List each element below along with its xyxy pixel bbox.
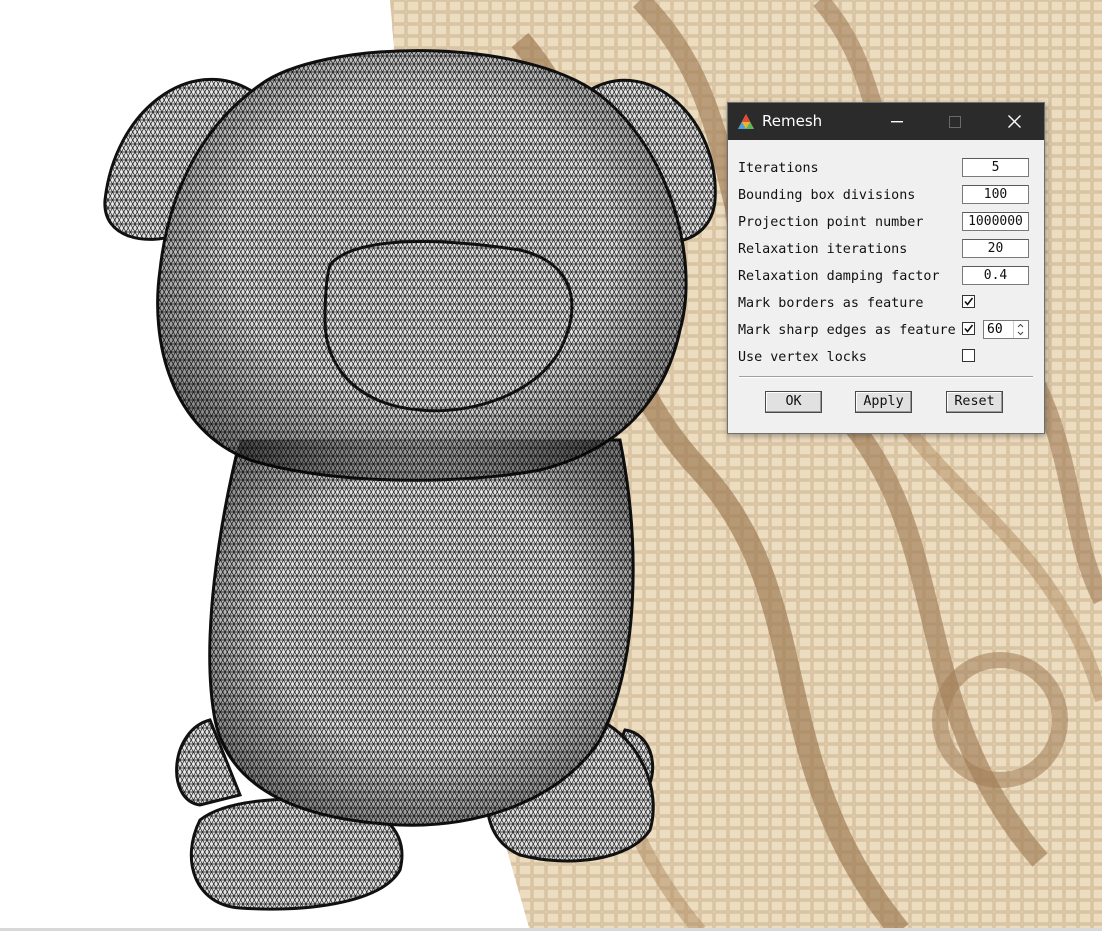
remesh-dialog: Remesh Iterations 5 Bounding box divisio… [727,102,1045,434]
projection-points-row: Projection point number 1000000 [738,212,1038,234]
spin-arrows-icon[interactable] [1013,321,1028,338]
checkmark-icon [964,297,974,306]
mark-borders-row: Mark borders as feature [738,293,1038,315]
mark-sharp-edges-row: Mark sharp edges as feature 60 [738,320,1038,342]
checkmark-icon [964,324,974,333]
sharp-angle-value: 60 [987,322,1003,337]
relaxation-iterations-input[interactable]: 20 [962,239,1029,258]
dialog-titlebar[interactable]: Remesh [728,103,1044,140]
bbox-divisions-row: Bounding box divisions 100 [738,185,1038,207]
projection-points-label: Projection point number [738,215,924,230]
close-button[interactable] [991,103,1037,140]
ok-button[interactable]: OK [765,391,822,413]
iterations-label: Iterations [738,161,819,176]
maximize-icon [949,115,961,128]
dialog-title: Remesh [762,112,823,130]
reset-button[interactable]: Reset [946,391,1003,413]
relaxation-iterations-row: Relaxation iterations 20 [738,239,1038,261]
vertex-locks-label: Use vertex locks [738,350,867,365]
mark-borders-label: Mark borders as feature [738,296,924,311]
projection-points-input[interactable]: 1000000 [962,212,1029,231]
iterations-input[interactable]: 5 [962,158,1029,177]
maximize-button[interactable] [932,103,978,140]
relaxation-iterations-label: Relaxation iterations [738,242,908,257]
separator [739,376,1033,378]
vertex-locks-row: Use vertex locks [738,347,1038,369]
damping-factor-row: Relaxation damping factor 0.4 [738,266,1038,288]
minimize-button[interactable] [874,103,920,140]
meshlab-triangle-icon [737,113,755,131]
bbox-divisions-input[interactable]: 100 [962,185,1029,204]
minimize-icon [891,120,903,122]
sharp-angle-spinbox[interactable]: 60 [983,320,1029,339]
damping-factor-input[interactable]: 0.4 [962,266,1029,285]
bbox-divisions-label: Bounding box divisions [738,188,916,203]
mesh-shading [157,50,687,826]
mark-sharp-edges-label: Mark sharp edges as feature [738,323,956,338]
apply-button[interactable]: Apply [855,391,912,413]
iterations-row: Iterations 5 [738,158,1038,180]
close-icon [1007,115,1021,128]
damping-factor-label: Relaxation damping factor [738,269,940,284]
mark-borders-checkbox[interactable] [962,295,975,308]
vertex-locks-checkbox[interactable] [962,349,975,362]
mark-sharp-edges-checkbox[interactable] [962,322,975,335]
